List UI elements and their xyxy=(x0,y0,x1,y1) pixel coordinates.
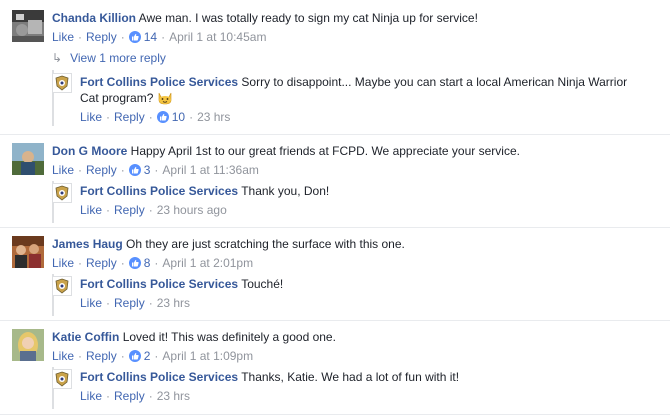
reply-author[interactable]: Fort Collins Police Services xyxy=(80,370,238,384)
thumbs-up-icon xyxy=(128,257,141,269)
reply-button[interactable]: Reply xyxy=(86,349,117,363)
reply-author[interactable]: Fort Collins Police Services xyxy=(80,277,238,291)
reply-button[interactable]: Reply xyxy=(86,163,117,177)
avatar[interactable] xyxy=(12,329,44,361)
comment-actions: Like · Reply · 14 · April 1 at 10:45am xyxy=(52,30,267,44)
avatar[interactable] xyxy=(12,143,44,175)
view-more-replies[interactable]: ↳ View 1 more reply xyxy=(52,50,166,66)
reply-arrow-icon: ↳ xyxy=(52,51,63,65)
timestamp[interactable]: April 1 at 10:45am xyxy=(169,30,266,44)
reply-author[interactable]: Fort Collins Police Services xyxy=(80,184,238,198)
timestamp[interactable]: April 1 at 2:01pm xyxy=(162,256,253,270)
reply-button[interactable]: Reply xyxy=(86,30,117,44)
reply-actions: Like · Reply · 23 hours ago xyxy=(80,203,227,217)
timestamp[interactable]: 23 hrs xyxy=(197,110,230,124)
timestamp[interactable]: April 1 at 11:36am xyxy=(162,163,259,177)
timestamp[interactable]: 23 hrs xyxy=(157,296,190,310)
divider xyxy=(0,320,670,321)
comment-actions: Like · Reply · 8 · April 1 at 2:01pm xyxy=(52,256,254,270)
divider xyxy=(0,414,670,415)
comment-actions: Like · Reply · 3 · April 1 at 11:36am xyxy=(52,163,259,177)
like-count[interactable]: 14 xyxy=(144,30,157,44)
reply-body-line2: Cat program? xyxy=(80,91,154,105)
comment-text: James Haug Oh they are just scratching t… xyxy=(52,236,405,252)
reply-button[interactable]: Reply xyxy=(114,203,145,217)
divider xyxy=(0,134,670,135)
timestamp[interactable]: 23 hours ago xyxy=(157,203,227,217)
reply-button[interactable]: Reply xyxy=(114,296,145,310)
comment-author[interactable]: Chanda Killion xyxy=(52,11,136,25)
reply-actions: Like · Reply · 23 hrs xyxy=(80,389,191,403)
comment-body: Happy April 1st to our great friends at … xyxy=(130,144,520,158)
reply-button[interactable]: Reply xyxy=(114,389,145,403)
avatar[interactable] xyxy=(12,236,44,268)
like-button[interactable]: Like xyxy=(52,349,74,363)
reply-body: Sorry to disappoint... Maybe you can sta… xyxy=(241,75,628,89)
thumbs-up-icon xyxy=(128,31,141,43)
like-count[interactable]: 10 xyxy=(172,110,185,124)
reply-button[interactable]: Reply xyxy=(86,256,117,270)
like-button[interactable]: Like xyxy=(52,256,74,270)
reply-body: Thanks, Katie. We had a lot of fun with … xyxy=(241,370,460,384)
comment-text: Katie Coffin Loved it! This was definite… xyxy=(52,329,336,345)
comment-actions: Like · Reply · 2 · April 1 at 1:09pm xyxy=(52,349,254,363)
comment-text: Chanda Killion Awe man. I was totally re… xyxy=(52,10,478,26)
like-button[interactable]: Like xyxy=(52,163,74,177)
comment-body: Awe man. I was totally ready to sign my … xyxy=(138,11,478,25)
reply-button[interactable]: Reply xyxy=(114,110,145,124)
reply-text: Fort Collins Police Services Thank you, … xyxy=(80,183,329,199)
like-button[interactable]: Like xyxy=(80,203,102,217)
avatar[interactable] xyxy=(12,10,44,42)
reply-text: Fort Collins Police Services Thanks, Kat… xyxy=(80,369,459,385)
like-button[interactable]: Like xyxy=(80,296,102,310)
comment-author[interactable]: Katie Coffin xyxy=(52,330,119,344)
reply-actions: Like · Reply · 10 · 23 hrs xyxy=(80,110,231,124)
comment-author[interactable]: Don G Moore xyxy=(52,144,127,158)
police-badge-avatar[interactable] xyxy=(52,276,72,296)
like-button[interactable]: Like xyxy=(80,389,102,403)
police-badge-avatar[interactable] xyxy=(52,183,72,203)
smiling-cat-emoji-icon xyxy=(157,90,173,109)
thumbs-up-icon xyxy=(128,164,141,176)
reply-text-continued: Cat program? xyxy=(80,90,173,109)
reply-body: Thank you, Don! xyxy=(241,184,330,198)
like-button[interactable]: Like xyxy=(80,110,102,124)
reply-body: Touché! xyxy=(241,277,284,291)
divider xyxy=(0,227,670,228)
thumbs-up-icon xyxy=(128,350,141,362)
comment-body: Oh they are just scratching the surface … xyxy=(126,237,405,251)
thumbs-up-icon xyxy=(156,111,169,123)
reply-text: Fort Collins Police Services Sorry to di… xyxy=(80,74,627,90)
view-more-label: View 1 more reply xyxy=(70,51,166,65)
reply-author[interactable]: Fort Collins Police Services xyxy=(80,75,238,89)
reply-text: Fort Collins Police Services Touché! xyxy=(80,276,283,292)
reply-actions: Like · Reply · 23 hrs xyxy=(80,296,191,310)
comment-text: Don G Moore Happy April 1st to our great… xyxy=(52,143,520,159)
comment-author[interactable]: James Haug xyxy=(52,237,123,251)
timestamp[interactable]: April 1 at 1:09pm xyxy=(162,349,253,363)
like-button[interactable]: Like xyxy=(52,30,74,44)
police-badge-avatar[interactable] xyxy=(52,369,72,389)
police-badge-avatar[interactable] xyxy=(52,73,72,93)
timestamp[interactable]: 23 hrs xyxy=(157,389,190,403)
comment-body: Loved it! This was definitely a good one… xyxy=(122,330,336,344)
